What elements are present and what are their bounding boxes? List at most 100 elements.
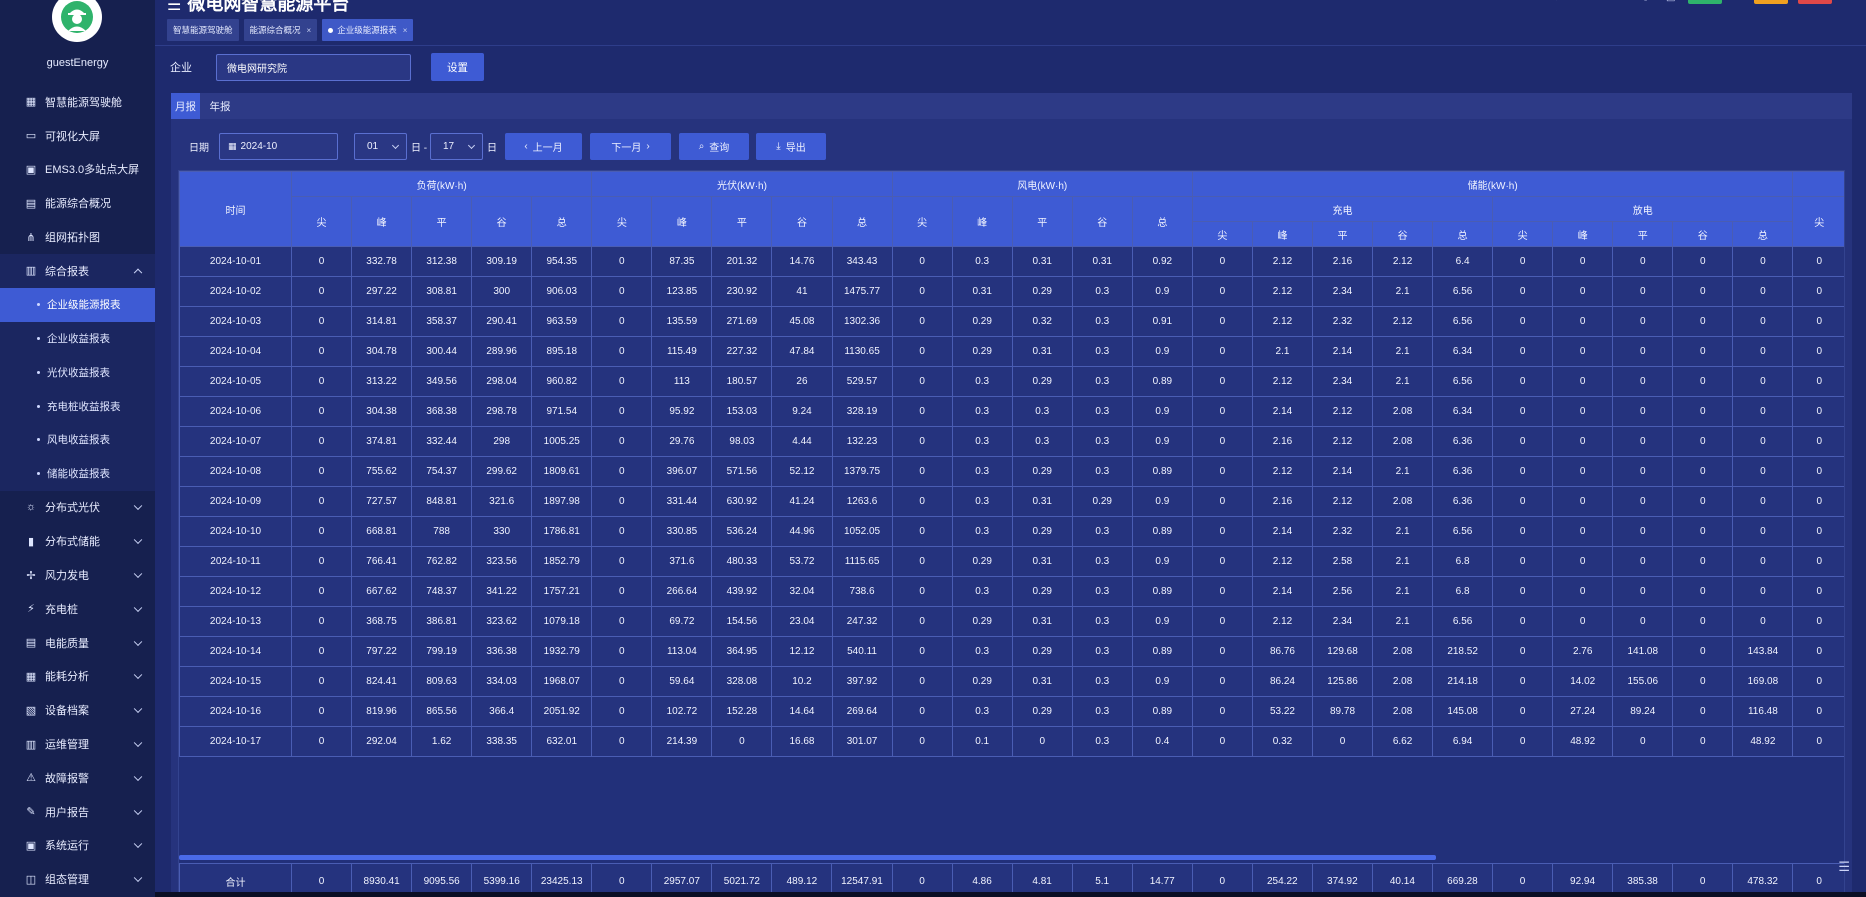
table-row[interactable]: 2024-10-17 0 292.04 1.62 338.35 632.01 0 214.39… bbox=[179, 726, 1844, 757]
sidebar-item-solar[interactable]: ☼ 分布式光伏 bbox=[0, 491, 155, 525]
sidebar-item-storage[interactable]: ▮ 分布式储能 bbox=[0, 524, 155, 558]
sidebar-item-overview[interactable]: ▤ 能源综合概况 bbox=[0, 186, 155, 220]
sidebar-item-archive[interactable]: ▧ 设备档案 bbox=[0, 693, 155, 727]
status-pill-orange[interactable] bbox=[1754, 0, 1788, 4]
sidebar-subitem[interactable]: 光伏收益报表 bbox=[0, 355, 155, 390]
table-row[interactable]: 2024-10-03 0 314.81 358.37 290.41 963.59 0 135.… bbox=[179, 306, 1844, 337]
volume-icon[interactable]: ♪ bbox=[1600, 0, 1612, 4]
sidebar-item-config[interactable]: ◫ 组态管理 bbox=[0, 862, 155, 896]
table-cell: 29.76 bbox=[651, 426, 713, 457]
table-cell: 44.96 bbox=[771, 516, 833, 547]
table-cell: 0 bbox=[591, 276, 653, 307]
table-row[interactable]: 2024-10-02 0 297.22 308.81 300 906.03 0 123.85 2… bbox=[179, 276, 1844, 307]
sidebar-item-label: 系统运行 bbox=[45, 840, 89, 853]
table-cell: 865.56 bbox=[411, 696, 473, 727]
table-cell: 0 bbox=[1552, 246, 1614, 277]
search-icon[interactable]: ⌕ bbox=[1556, 0, 1568, 4]
sidebar-item-system[interactable]: ▣ 系统运行 bbox=[0, 829, 155, 863]
table-cell: 540.11 bbox=[831, 636, 893, 667]
sidebar-subitem[interactable]: 储能收益报表 bbox=[0, 456, 155, 491]
tab-cockpit[interactable]: 智慧能源驾驶舱 bbox=[167, 19, 239, 41]
sidebar-subitem[interactable]: 企业收益报表 bbox=[0, 321, 155, 356]
table-cell: 0 bbox=[1792, 576, 1844, 607]
sidebar-item-alarm[interactable]: ⚠ 故障报警 bbox=[0, 761, 155, 795]
table-row[interactable]: 2024-10-05 0 313.22 349.56 298.04 960.82 0 113 1… bbox=[179, 366, 1844, 397]
sidebar-subitem[interactable]: 充电桩收益报表 bbox=[0, 389, 155, 423]
sidebar-item-screen[interactable]: ▭ 可视化大屏 bbox=[0, 119, 155, 153]
table-cell: 47.84 bbox=[771, 336, 833, 367]
start-day-select[interactable]: 01 bbox=[354, 133, 407, 160]
table-cell: 824.41 bbox=[351, 666, 413, 697]
close-icon[interactable]: × bbox=[307, 26, 312, 35]
table-row[interactable]: 2024-10-04 0 304.78 300.44 289.96 895.18 0 115.… bbox=[179, 336, 1844, 367]
export-button[interactable]: ⤓ 导出 bbox=[756, 133, 826, 160]
chevron-up-icon bbox=[133, 268, 143, 277]
fullscreen-icon[interactable]: ⤢ bbox=[1644, 0, 1656, 4]
report-table-container[interactable]: 时间 负荷(kW·h) 光伏(kW·h) 风电(kW·h) 储能(kW·h) 尖峰平谷总尖… bbox=[178, 170, 1845, 897]
table-row[interactable]: 2024-10-13 0 368.75 386.81 323.62 1079.18 0 69.… bbox=[179, 606, 1844, 637]
sidebar-subitem[interactable]: 风电收益报表 bbox=[0, 422, 155, 457]
table-row[interactable]: 2024-10-12 0 667.62 748.37 341.22 1757.21 0 266… bbox=[179, 576, 1844, 607]
table-cell: 323.62 bbox=[471, 606, 533, 637]
help-icon[interactable]: ? bbox=[1578, 0, 1590, 4]
table-row[interactable]: 2024-10-01 0 332.78 312.38 309.19 954.35 0 87.3… bbox=[179, 246, 1844, 277]
close-icon[interactable]: × bbox=[403, 26, 408, 35]
sidebar-item-topology[interactable]: ⋔ 组网拓扑图 bbox=[0, 220, 155, 254]
sidebar-item-maintenance[interactable]: ▥ 运维管理 bbox=[0, 727, 155, 761]
sidebar-subitem[interactable]: 企业级能源报表 bbox=[0, 287, 155, 322]
enterprise-input[interactable]: 微电网研究院 bbox=[216, 53, 411, 81]
settings-button[interactable]: 设置 bbox=[431, 53, 484, 81]
row-date-cell: 2024-10-07 bbox=[179, 426, 293, 457]
menu-toggle-icon[interactable]: ☰ bbox=[167, 0, 181, 14]
table-row[interactable]: 2024-10-16 0 819.96 865.56 366.4 2051.92 0 102.… bbox=[179, 696, 1844, 727]
table-row[interactable]: 2024-10-08 0 755.62 754.37 299.62 1809.61 0 396… bbox=[179, 456, 1844, 487]
table-cell: 59.64 bbox=[651, 666, 713, 697]
tab-yearly[interactable]: 年报 bbox=[204, 93, 236, 119]
next-month-label: 下一月 bbox=[611, 143, 642, 154]
sidebar-item-quality[interactable]: ▤ 电能质量 bbox=[0, 626, 155, 660]
lock-icon[interactable]: ▣ bbox=[1666, 0, 1678, 4]
table-row[interactable]: 2024-10-14 0 797.22 799.19 336.38 1932.79 0 113… bbox=[179, 636, 1844, 667]
status-pill-red[interactable] bbox=[1798, 0, 1832, 4]
row-date-cell: 2024-10-04 bbox=[179, 336, 293, 367]
table-cell: 0 bbox=[591, 666, 653, 697]
search-button[interactable]: ⌕ 查询 bbox=[679, 133, 749, 160]
sidebar-item-report[interactable]: ▥ 综合报表 bbox=[0, 253, 155, 288]
search-label: 查询 bbox=[709, 143, 730, 154]
status-pill-green[interactable] bbox=[1688, 0, 1722, 4]
energy-report-table: 时间 负荷(kW·h) 光伏(kW·h) 风电(kW·h) 储能(kW·h) 尖峰平谷总尖… bbox=[179, 171, 1844, 757]
table-cell: 0 bbox=[1732, 396, 1794, 427]
sidebar-item-cockpit[interactable]: ▦ 智慧能源驾驶舱 bbox=[0, 85, 155, 119]
table-row[interactable]: 2024-10-11 0 766.41 762.82 323.56 1852.79 0 371… bbox=[179, 546, 1844, 577]
table-cell: 53.72 bbox=[771, 546, 833, 577]
table-cell: 132.23 bbox=[831, 426, 893, 457]
refresh-icon[interactable]: ↻ bbox=[1622, 0, 1634, 4]
table-cell: 0.9 bbox=[1131, 426, 1193, 457]
table-cell: 0 bbox=[891, 726, 953, 757]
bell-icon[interactable]: ▪ bbox=[1732, 0, 1744, 4]
end-day-select[interactable]: 17 bbox=[430, 133, 483, 160]
table-cell: 4.44 bbox=[771, 426, 833, 457]
table-row[interactable]: 2024-10-15 0 824.41 809.63 334.03 1968.07 0 59.… bbox=[179, 666, 1844, 697]
horizontal-scrollbar[interactable] bbox=[179, 855, 1436, 860]
prev-month-button[interactable]: ‹ 上一月 bbox=[505, 133, 582, 160]
tab-overview[interactable]: 能源综合概况 × bbox=[243, 19, 318, 41]
table-row[interactable]: 2024-10-06 0 304.38 368.38 298.78 971.54 0 95.9… bbox=[179, 396, 1844, 427]
sidebar-item-analysis[interactable]: ▦ 能耗分析 bbox=[0, 660, 155, 694]
sidebar-item-monitor[interactable]: ▣ EMS3.0多站点大屏 bbox=[0, 153, 155, 187]
table-row[interactable]: 2024-10-09 0 727.57 848.81 321.6 1897.98 0 331.… bbox=[179, 486, 1844, 517]
avatar[interactable] bbox=[52, 0, 102, 42]
tab-enterprise-report[interactable]: 企业级能源报表 × bbox=[322, 19, 414, 41]
tab-monthly[interactable]: 月报 bbox=[171, 93, 200, 119]
wind-icon: ✢ bbox=[26, 569, 36, 582]
sidebar-item-wind[interactable]: ✢ 风力发电 bbox=[0, 558, 155, 592]
sidebar-item-charger[interactable]: ⚡ 充电桩 bbox=[0, 592, 155, 626]
month-picker[interactable]: ▦ 2024-10 bbox=[219, 133, 338, 160]
table-row[interactable]: 2024-10-07 0 374.81 332.44 298 1005.25 0 29.76 9… bbox=[179, 426, 1844, 457]
column-settings-icon[interactable]: ☰ bbox=[1838, 859, 1850, 875]
next-month-button[interactable]: 下一月 › bbox=[590, 133, 671, 160]
bullet-icon bbox=[37, 336, 40, 340]
chevron-down-icon bbox=[133, 569, 143, 579]
table-row[interactable]: 2024-10-10 0 668.81 788 330 1786.81 0 330.85 536… bbox=[179, 516, 1844, 547]
sidebar-item-user-report[interactable]: ✎ 用户报告 bbox=[0, 795, 155, 829]
